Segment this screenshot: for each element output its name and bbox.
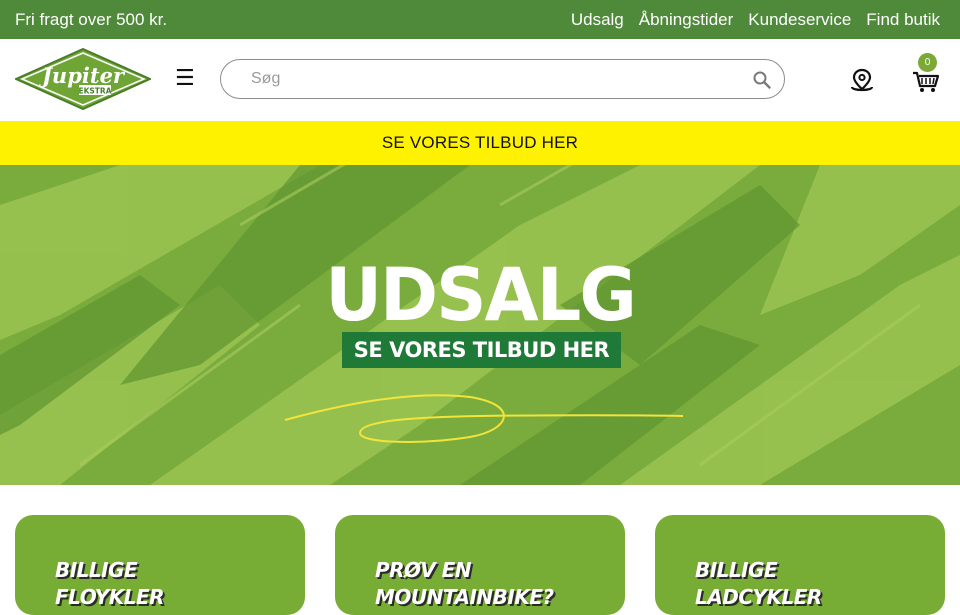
hero-banner[interactable]: UDSALG SE VORES TILBUD HER	[0, 165, 960, 485]
top-link-customer-service[interactable]: Kundeservice	[748, 10, 851, 30]
card-title: PRØV EN MOUNTAINBIKE?	[375, 557, 615, 611]
top-link-find-store[interactable]: Find butik	[866, 10, 940, 30]
hero-title: UDSALG	[325, 251, 637, 339]
top-bar: Fri fragt over 500 kr. Udsalg Åbningstid…	[0, 0, 960, 39]
location-pin-icon[interactable]	[849, 68, 875, 94]
card-title: BILLIGE FLOYKLER	[55, 557, 295, 611]
promo-bar[interactable]: SE VORES TILBUD HER	[0, 121, 960, 165]
search-icon[interactable]	[752, 70, 772, 90]
logo-subtext: EKSTRA	[78, 87, 111, 96]
card-title: BILLIGE LADCYKLER	[695, 557, 935, 611]
top-link-udsalg[interactable]: Udsalg	[571, 10, 624, 30]
top-link-opening-hours[interactable]: Åbningstider	[639, 10, 734, 30]
cart-count-badge: 0	[918, 53, 937, 72]
hero-subtitle: SE VORES TILBUD HER	[342, 332, 621, 368]
card-title-line1: BILLIGE	[55, 558, 138, 582]
promo-text: SE VORES TILBUD HER	[381, 133, 579, 152]
category-card-cheap-bikes[interactable]: BILLIGE FLOYKLER	[15, 515, 305, 615]
top-nav: Udsalg Åbningstider Kundeservice Find bu…	[571, 10, 940, 30]
category-cards: BILLIGE FLOYKLER PRØV EN MOUNTAINBIKE? B…	[0, 485, 960, 615]
free-shipping-text: Fri fragt over 500 kr.	[15, 9, 168, 29]
card-title-line2: FLOYKLER	[55, 585, 165, 609]
category-card-cargo-bikes[interactable]: BILLIGE LADCYKLER	[655, 515, 945, 615]
card-title-line2: MOUNTAINBIKE?	[375, 585, 554, 609]
card-title-line1: BILLIGE	[695, 558, 778, 582]
header: Jupiter EKSTRA ☰ 0	[0, 39, 960, 121]
card-title-line2: LADCYKLER	[695, 585, 822, 609]
jupiter-logo[interactable]: Jupiter EKSTRA	[13, 47, 153, 111]
hamburger-icon[interactable]: ☰	[175, 65, 195, 91]
card-title-line1: PRØV EN	[375, 558, 472, 582]
search-bar	[220, 59, 785, 99]
category-card-mountainbike[interactable]: PRØV EN MOUNTAINBIKE?	[335, 515, 625, 615]
search-input[interactable]	[251, 68, 731, 90]
logo-wordmark: Jupiter	[38, 63, 126, 88]
